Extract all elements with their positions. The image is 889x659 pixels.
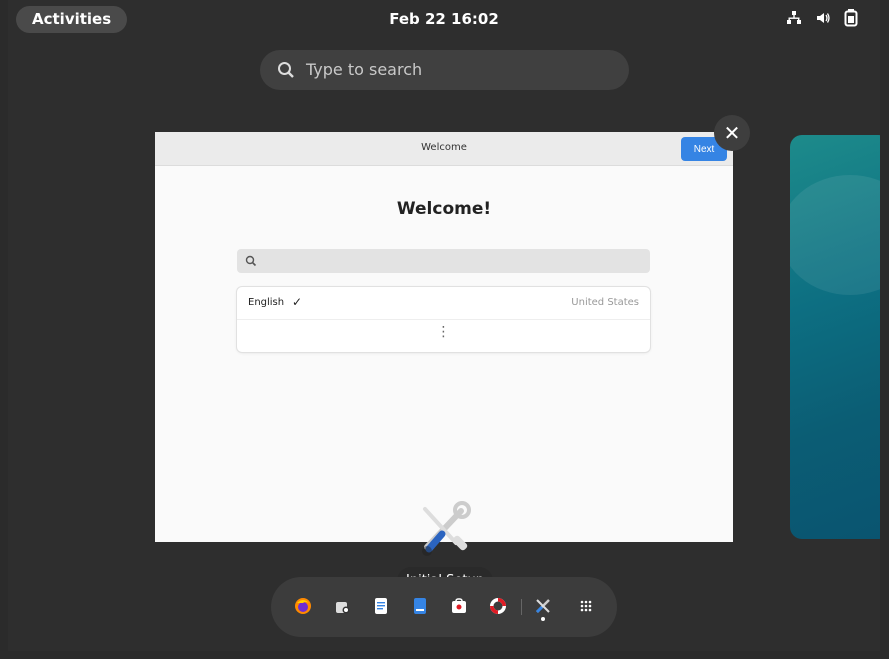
language-country: United States: [571, 297, 639, 308]
running-indicator: [541, 617, 545, 621]
window-titlebar: Welcome Next: [155, 132, 733, 166]
battery-icon[interactable]: [844, 9, 858, 31]
more-languages-button[interactable]: ⋮: [237, 325, 650, 339]
close-window-button[interactable]: ✕: [714, 115, 750, 151]
dash-dock: [271, 577, 617, 637]
side-workspace-preview[interactable]: [790, 135, 880, 539]
check-icon: ✓: [292, 295, 303, 309]
window-title: Welcome: [421, 142, 467, 153]
top-bar: Activities Feb 22 16:02: [8, 0, 880, 38]
desktop-frame: Activities Feb 22 16:02 Type to search W…: [0, 0, 889, 659]
welcome-window[interactable]: Welcome Next Welcome! English ✓ United S…: [155, 132, 733, 542]
language-search-input[interactable]: [237, 249, 650, 273]
search-icon: [245, 255, 257, 267]
language-name: English: [248, 297, 285, 308]
overview-search[interactable]: Type to search: [260, 50, 629, 90]
search-icon: [278, 62, 294, 78]
language-row-english[interactable]: English ✓ United States: [237, 287, 650, 320]
show-apps-icon[interactable]: [577, 597, 595, 615]
text-editor-icon[interactable]: [372, 597, 390, 615]
firefox-icon[interactable]: [294, 597, 312, 615]
date-time[interactable]: Feb 22 16:02: [8, 10, 880, 28]
help-icon[interactable]: [489, 597, 507, 615]
search-placeholder: Type to search: [306, 60, 423, 79]
language-list: English ✓ United States ⋮: [237, 287, 650, 352]
initial-setup-icon[interactable]: [409, 493, 481, 565]
welcome-heading: Welcome!: [396, 199, 492, 219]
gnome-overview: Activities Feb 22 16:02 Type to search W…: [8, 0, 880, 651]
document-viewer-icon[interactable]: [411, 597, 429, 615]
software-icon[interactable]: [333, 597, 351, 615]
wallpaper-wave: [790, 175, 880, 295]
volume-icon[interactable]: [815, 10, 831, 30]
network-icon[interactable]: [786, 10, 802, 30]
software-store-icon[interactable]: [450, 597, 468, 615]
system-tray[interactable]: [786, 9, 858, 31]
initial-setup-dock-icon[interactable]: [534, 597, 552, 615]
dock-separator: [521, 599, 522, 615]
